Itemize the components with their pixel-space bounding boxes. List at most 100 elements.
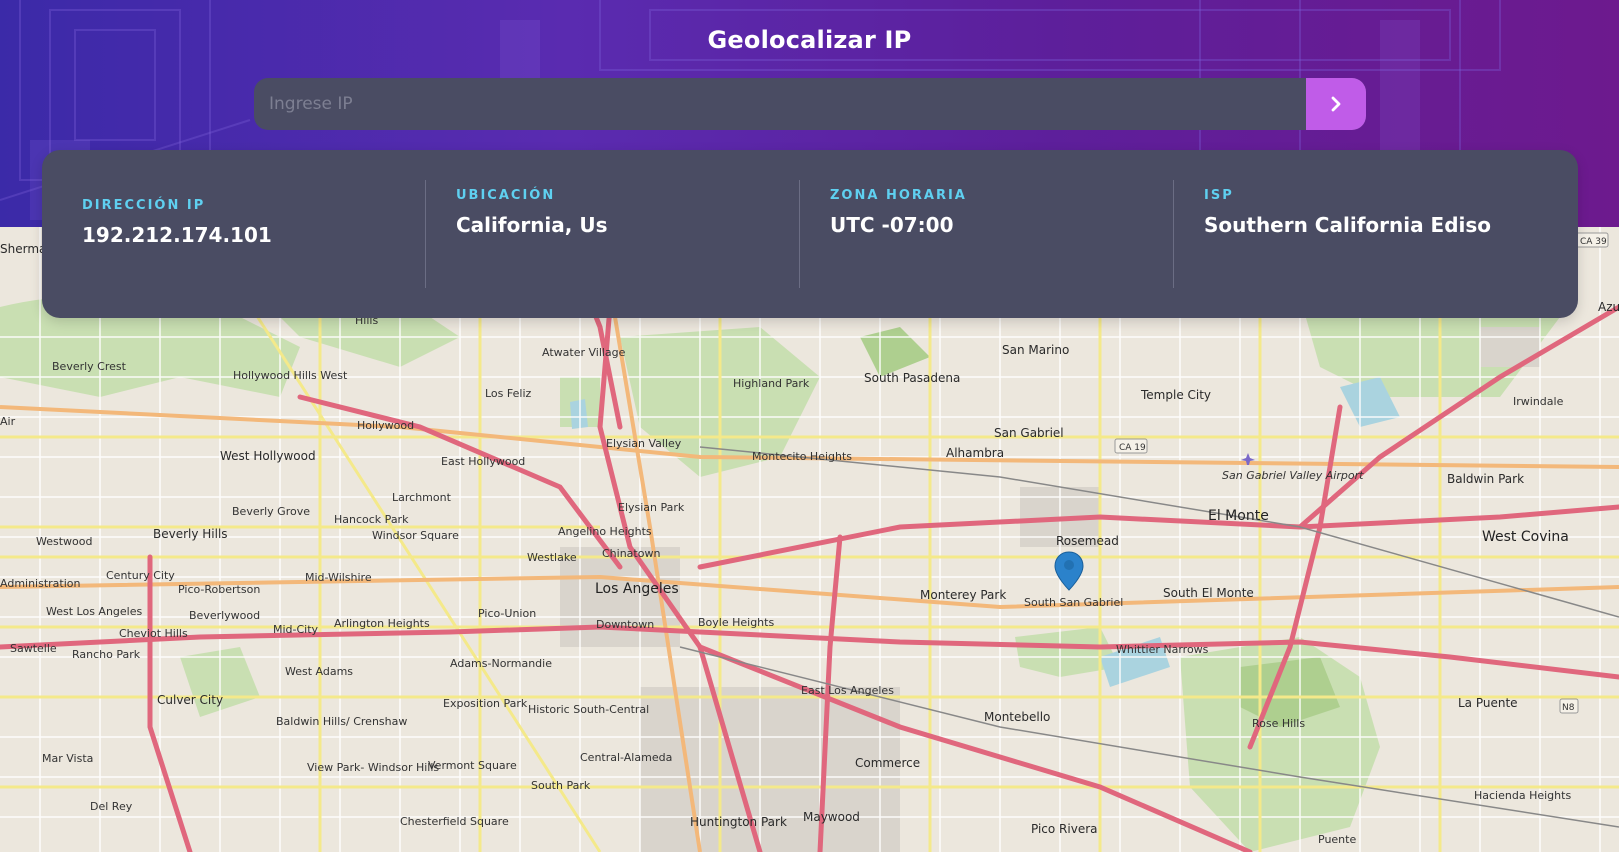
map-label: Whittier Narrows	[1116, 643, 1209, 656]
page-title: Geolocalizar IP	[707, 26, 912, 54]
svg-text:CA 19: CA 19	[1119, 443, 1146, 453]
svg-text:N8: N8	[1562, 703, 1575, 713]
map-label: Century City	[106, 569, 175, 582]
app-page: Geolocalizar IP DIRECCIÓN IP 192.212.174…	[0, 0, 1619, 852]
map-label: Chesterfield Square	[400, 815, 509, 828]
isp-section: ISP Southern California Ediso	[1204, 188, 1491, 237]
map-label: San Gabriel	[994, 426, 1064, 440]
map-label: Beverly Crest	[52, 360, 127, 373]
map-label: Adams-Normandie	[450, 657, 552, 670]
map-label: West Los Angeles	[46, 605, 143, 618]
map-label: Air	[0, 415, 16, 428]
map-label: Windsor Square	[372, 529, 459, 542]
map-label: Central-Alameda	[580, 751, 672, 764]
chevron-right-icon	[1331, 96, 1341, 112]
map-label: Historic South-Central	[528, 703, 649, 716]
map-label: South San Gabriel	[1024, 596, 1123, 609]
map-label: Downtown	[596, 618, 654, 631]
map-label: Rancho Park	[72, 648, 141, 661]
ip-search-bar	[254, 78, 1366, 130]
divider	[799, 180, 800, 288]
map-label: East Los Angeles	[801, 684, 894, 697]
map-label: Monterey Park	[920, 588, 1006, 602]
timezone-label: ZONA HORARIA	[830, 188, 967, 203]
map-label: Baldwin Hills/ Crenshaw	[276, 715, 407, 728]
map-label: Arlington Heights	[334, 617, 430, 630]
map-label: Mar Vista	[42, 752, 93, 765]
map-label: Elysian Park	[618, 501, 685, 514]
map-label: West Covina	[1482, 529, 1569, 545]
map-label: Rose Hills	[1252, 717, 1305, 730]
map-label: Mid-Wilshire	[305, 571, 372, 584]
map-label: Administration	[0, 577, 81, 590]
divider	[1173, 180, 1174, 288]
map-label: La Puente	[1458, 696, 1518, 710]
divider	[425, 180, 426, 288]
map-label: Alhambra	[946, 446, 1004, 460]
map-label: Angelino Heights	[558, 525, 652, 538]
map-label: Pico-Robertson	[178, 583, 260, 596]
ip-address-label: DIRECCIÓN IP	[82, 198, 206, 213]
map-label: Atwater Village	[542, 346, 626, 359]
map-label: Vermont Square	[428, 759, 517, 772]
location-section: UBICACIÓN California, Us	[456, 188, 607, 237]
map-label: Beverly Hills	[153, 527, 228, 541]
map-label: San Gabriel Valley Airport	[1222, 469, 1364, 482]
map-label: South Pasadena	[864, 371, 960, 385]
location-label: UBICACIÓN	[456, 188, 556, 203]
map-label: Boyle Heights	[698, 616, 774, 629]
map-label: Mid-City	[273, 623, 319, 636]
map-label: San Marino	[1002, 343, 1069, 357]
map-label: Puente	[1318, 833, 1356, 846]
map-label: Montebello	[984, 710, 1050, 724]
map-label: Los Feliz	[485, 387, 531, 400]
map-label: Del Rey	[90, 800, 133, 813]
ip-address-section: DIRECCIÓN IP 192.212.174.101	[82, 198, 272, 247]
map-canvas[interactable]: Sherman Hills Beverly Crest Hollywood Hi…	[0, 227, 1619, 852]
map-label: South Park	[531, 779, 591, 792]
map-label: Pico-Union	[478, 607, 536, 620]
map-label: Chinatown	[602, 547, 660, 560]
ip-search-input[interactable]	[254, 78, 1306, 130]
map-label: Rosemead	[1056, 534, 1119, 548]
timezone-value: UTC -07:00	[830, 213, 954, 237]
map-label: El Monte	[1208, 508, 1269, 524]
map-label: Maywood	[803, 810, 860, 824]
map-label: Westwood	[36, 535, 92, 548]
location-value: California, Us	[456, 213, 608, 237]
map-label: View Park- Windsor Hills	[307, 761, 439, 774]
map-label: Beverlywood	[189, 609, 260, 622]
ip-address-value: 192.212.174.101	[82, 223, 272, 247]
map-label: Irwindale	[1513, 395, 1564, 408]
isp-label: ISP	[1204, 188, 1234, 203]
map-label: Highland Park	[733, 377, 810, 390]
map-label: Hacienda Heights	[1474, 789, 1571, 802]
map-label: Hancock Park	[334, 513, 409, 526]
submit-search-button[interactable]	[1306, 78, 1366, 130]
map-label: Cheviot Hills	[119, 627, 188, 640]
map-label: Hollywood Hills West	[233, 369, 348, 382]
map-label: Sawtelle	[10, 642, 57, 655]
map-label: Commerce	[855, 756, 920, 770]
map-label: South El Monte	[1163, 586, 1254, 600]
map-label: Baldwin Park	[1447, 472, 1524, 486]
svg-text:CA 39: CA 39	[1580, 237, 1607, 247]
map-view[interactable]: Sherman Hills Beverly Crest Hollywood Hi…	[0, 227, 1619, 852]
map-label: Hollywood	[357, 419, 414, 432]
map-label: Culver City	[157, 693, 223, 707]
map-label: Westlake	[527, 551, 577, 564]
map-label: West Adams	[285, 665, 353, 678]
map-label: Beverly Grove	[232, 505, 310, 518]
map-label: Larchmont	[392, 491, 452, 504]
map-label: East Hollywood	[441, 455, 525, 468]
map-label: Pico Rivera	[1031, 822, 1098, 836]
isp-value: Southern California Ediso	[1204, 213, 1492, 237]
ip-info-card: DIRECCIÓN IP 192.212.174.101 UBICACIÓN C…	[42, 150, 1578, 318]
map-label: Temple City	[1140, 388, 1211, 402]
map-label: Montecito Heights	[752, 450, 852, 463]
map-label: Exposition Park	[443, 697, 528, 710]
map-label: Los Angeles	[595, 581, 679, 597]
map-label: Huntington Park	[690, 815, 787, 829]
map-label: West Hollywood	[220, 449, 316, 463]
timezone-section: ZONA HORARIA UTC -07:00	[830, 188, 967, 237]
